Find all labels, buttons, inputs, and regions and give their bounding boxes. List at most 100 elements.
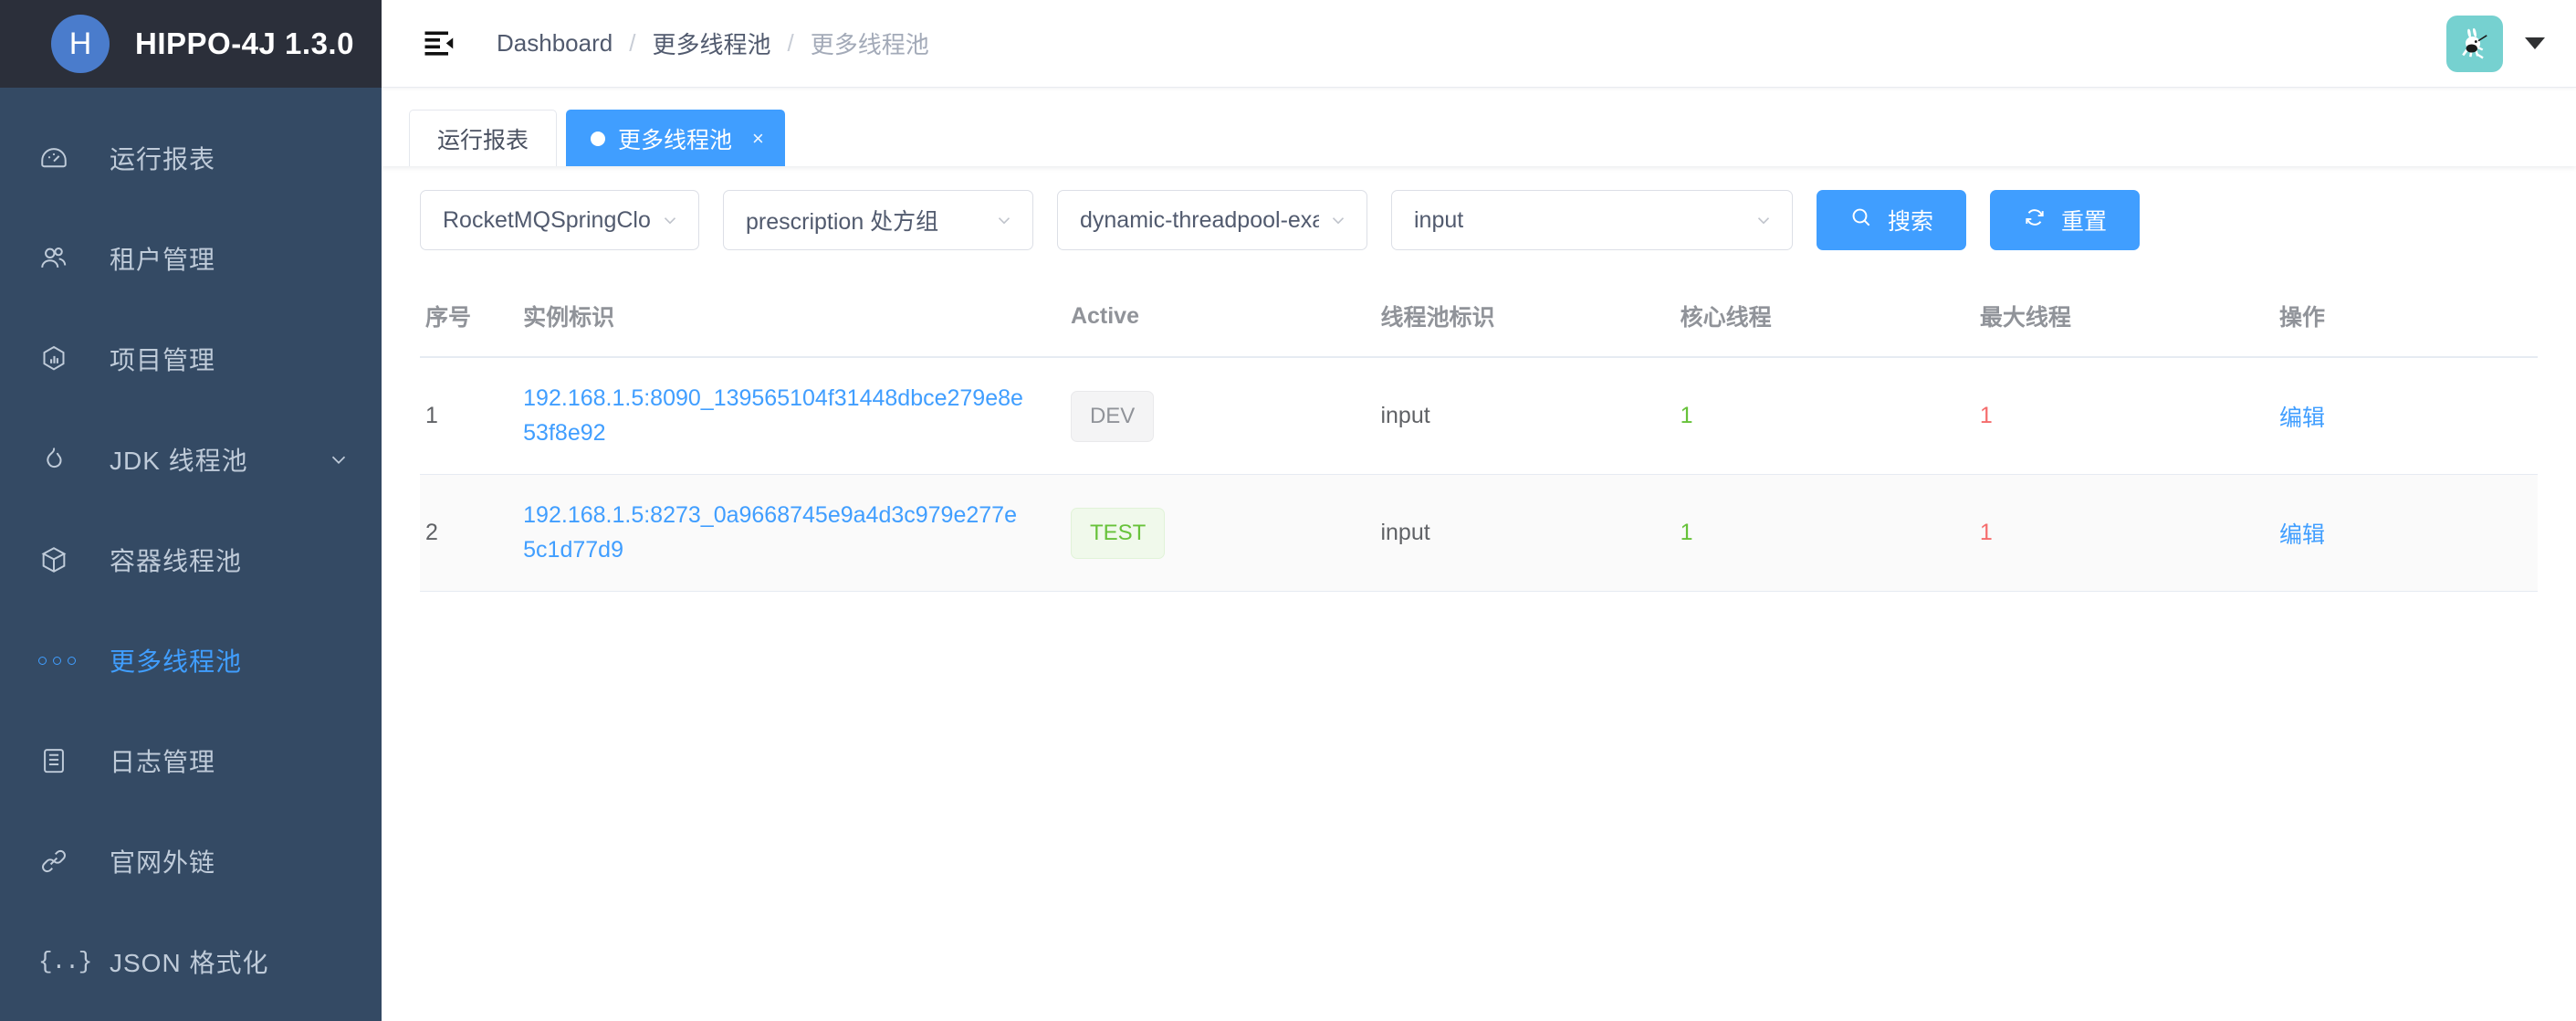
search-button[interactable]: 搜索 xyxy=(1817,190,1967,250)
sidebar-item-run-report[interactable]: 运行报表 xyxy=(0,108,382,208)
cell-index: 1 xyxy=(420,357,524,475)
table-row: 1 192.168.1.5:8090_139565104f31448dbce27… xyxy=(420,357,2538,475)
instance-link[interactable]: 192.168.1.5:8273_0a9668745e9a4d3c979e277… xyxy=(523,502,1017,563)
project-select[interactable]: prescription 处方组 xyxy=(723,190,1033,250)
sidebar-item-jdk-threadpool[interactable]: JDK 线程池 xyxy=(0,409,382,510)
cell-action: 编辑 xyxy=(2279,357,2538,475)
reset-button[interactable]: 重置 xyxy=(1990,190,2141,250)
core-thread-value: 1 xyxy=(1680,520,1693,545)
brand-logo-bar[interactable]: H HIPPO-4J 1.3.0 xyxy=(0,0,382,88)
sidebar-label: JDK 线程池 xyxy=(110,447,248,475)
core-thread-value: 1 xyxy=(1680,403,1693,428)
users-icon xyxy=(38,243,82,274)
cell-active: TEST xyxy=(1070,474,1381,592)
breadcrumb-item-dashboard[interactable]: Dashboard xyxy=(497,29,613,58)
chevron-down-icon xyxy=(994,210,1014,230)
threadpool-select[interactable]: input xyxy=(1391,190,1793,250)
chevron-down-icon xyxy=(1754,210,1774,230)
reset-button-label: 重置 xyxy=(2061,209,2108,235)
tenant-select[interactable]: RocketMQSpringCloudStream xyxy=(420,190,699,250)
sidebar: H HIPPO-4J 1.3.0 运行报表 租户管理 项目管理 JDK 线程池 … xyxy=(0,0,382,1021)
sidebar-item-more-threadpool[interactable]: 更多线程池 xyxy=(0,610,382,710)
cell-core: 1 xyxy=(1680,357,1980,475)
sidebar-label: 运行报表 xyxy=(110,145,216,174)
dots-icon xyxy=(38,656,82,665)
status-badge: TEST xyxy=(1070,507,1166,559)
cell-core: 1 xyxy=(1680,474,1980,592)
breadcrumb: Dashboard / 更多线程池 / 更多线程池 xyxy=(497,26,929,60)
sidebar-label: 更多线程池 xyxy=(110,647,243,676)
cell-instance: 192.168.1.5:8273_0a9668745e9a4d3c979e277… xyxy=(523,474,1071,592)
table-head: 序号 实例标识 Active 线程池标识 核心线程 最大线程 操作 xyxy=(420,279,2538,358)
sidebar-item-official-link[interactable]: 官网外链 xyxy=(0,811,382,911)
cell-instance: 192.168.1.5:8090_139565104f31448dbce279e… xyxy=(523,357,1071,475)
threadpool-table: 序号 实例标识 Active 线程池标识 核心线程 最大线程 操作 1 192.… xyxy=(420,279,2538,592)
tab-more-threadpool[interactable]: 更多线程池 × xyxy=(566,110,785,166)
item-select[interactable]: dynamic-threadpool-exam xyxy=(1057,190,1367,250)
max-thread-value: 1 xyxy=(1979,403,1993,428)
chevron-down-icon xyxy=(1328,210,1348,230)
max-thread-value: 1 xyxy=(1979,520,1993,545)
tab-label: 运行报表 xyxy=(437,127,529,153)
sidebar-nav: 运行报表 租户管理 项目管理 JDK 线程池 容器线程池 更多线程池 日志管理 … xyxy=(0,88,382,1012)
search-button-label: 搜索 xyxy=(1888,209,1934,235)
sidebar-label: 项目管理 xyxy=(110,346,216,374)
sidebar-label: 官网外链 xyxy=(110,848,216,877)
column-header-index: 序号 xyxy=(420,279,524,358)
cell-index: 2 xyxy=(420,474,524,592)
refresh-icon xyxy=(2023,205,2047,236)
log-icon xyxy=(38,745,82,776)
instance-link[interactable]: 192.168.1.5:8090_139565104f31448dbce279e… xyxy=(523,385,1023,446)
chevron-down-icon[interactable] xyxy=(327,447,351,471)
status-badge: DEV xyxy=(1070,390,1155,442)
brand-title: HIPPO-4J 1.3.0 xyxy=(135,26,354,60)
sidebar-label: 容器线程池 xyxy=(110,547,243,575)
breadcrumb-separator: / xyxy=(629,29,636,57)
app-root: H HIPPO-4J 1.3.0 运行报表 租户管理 项目管理 JDK 线程池 … xyxy=(0,0,2576,1021)
edit-link[interactable]: 编辑 xyxy=(2279,405,2325,431)
sidebar-label: 日志管理 xyxy=(110,748,216,776)
sidebar-item-container-threadpool[interactable]: 容器线程池 xyxy=(0,510,382,610)
column-header-max: 最大线程 xyxy=(1979,279,2280,358)
tab-active-dot-icon xyxy=(591,131,606,146)
topbar-right xyxy=(2446,15,2545,72)
rabbit-avatar[interactable] xyxy=(2446,15,2503,72)
logo-letter: H xyxy=(68,26,92,61)
caret-down-icon[interactable] xyxy=(2525,37,2545,49)
cell-action: 编辑 xyxy=(2279,474,2538,592)
hamburger-collapse-icon[interactable] xyxy=(422,28,458,59)
braces-icon: {..} xyxy=(38,948,92,975)
breadcrumb-item-more-threadpool[interactable]: 更多线程池 xyxy=(652,26,770,60)
tab-close-icon[interactable]: × xyxy=(752,128,764,149)
chevron-down-icon xyxy=(660,210,680,230)
main-area: Dashboard / 更多线程池 / 更多线程池 运行报表 更多线程池 × R… xyxy=(382,0,2576,1021)
sidebar-item-project[interactable]: 项目管理 xyxy=(0,309,382,409)
table-row: 2 192.168.1.5:8273_0a9668745e9a4d3c979e2… xyxy=(420,474,2538,592)
sidebar-label: 租户管理 xyxy=(110,246,216,274)
project-select-value: prescription 处方组 xyxy=(746,209,939,235)
cell-max: 1 xyxy=(1979,474,2280,592)
breadcrumb-separator: / xyxy=(787,29,794,57)
flame-icon xyxy=(38,444,82,475)
threadpool-table-wrap: 序号 实例标识 Active 线程池标识 核心线程 最大线程 操作 1 192.… xyxy=(382,279,2576,592)
item-select-value: dynamic-threadpool-exam xyxy=(1080,206,1319,233)
sidebar-item-json-format[interactable]: {..} JSON 格式化 xyxy=(0,911,382,1012)
filter-bar: RocketMQSpringCloudStream prescription 处… xyxy=(382,190,2576,250)
gauge-icon xyxy=(38,142,82,174)
hexagon-chart-icon xyxy=(38,343,82,374)
cell-active: DEV xyxy=(1070,357,1381,475)
tenant-select-value: RocketMQSpringCloudStream xyxy=(443,206,651,233)
tab-run-report[interactable]: 运行报表 xyxy=(409,110,558,166)
tab-strip: 运行报表 更多线程池 × xyxy=(382,88,2576,166)
sidebar-item-log[interactable]: 日志管理 xyxy=(0,710,382,811)
topbar: Dashboard / 更多线程池 / 更多线程池 xyxy=(382,0,2576,88)
cell-max: 1 xyxy=(1979,357,2280,475)
table-header-row: 序号 实例标识 Active 线程池标识 核心线程 最大线程 操作 xyxy=(420,279,2538,358)
hippo-logo-icon: H xyxy=(51,15,110,73)
box-icon xyxy=(38,544,82,575)
tab-label: 更多线程池 xyxy=(618,127,733,153)
edit-link[interactable]: 编辑 xyxy=(2279,522,2325,548)
sidebar-item-tenant[interactable]: 租户管理 xyxy=(0,208,382,309)
column-header-core: 核心线程 xyxy=(1680,279,1980,358)
column-header-action: 操作 xyxy=(2279,279,2538,358)
